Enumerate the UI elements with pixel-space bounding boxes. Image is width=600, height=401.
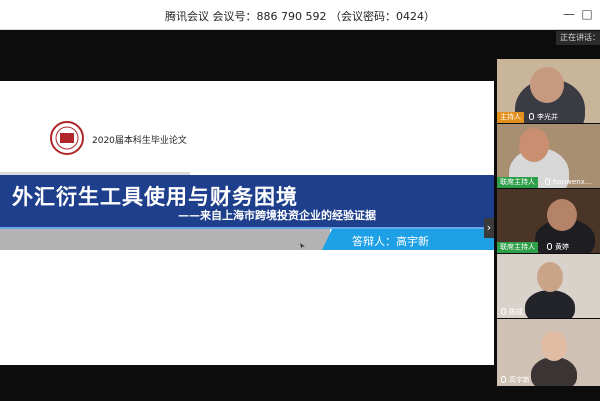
- mic-icon: [545, 178, 550, 185]
- university-logo: [50, 121, 84, 155]
- video-tile-5[interactable]: 高宇新: [497, 319, 600, 386]
- participant-name: 高宇新: [501, 375, 530, 386]
- participant-name: 黄婷: [547, 242, 569, 253]
- next-slide-button[interactable]: ›: [484, 218, 494, 238]
- participant-name: 李光并: [529, 112, 558, 123]
- role-badge: 联席主持人: [497, 177, 538, 188]
- mic-icon: [529, 113, 534, 120]
- participant-name: 陈成: [501, 307, 523, 318]
- presenter-strip: [0, 229, 330, 250]
- mic-icon: [547, 243, 552, 250]
- presenter-label: 答辩人：高宇新: [352, 235, 429, 248]
- title-bar: 腾讯会议 会议号：886 790 592 （会议密码：0424） — □: [0, 0, 600, 30]
- speaking-indicator: 正在讲话：高宇新: [556, 31, 600, 45]
- thesis-subtitle: ——来自上海市跨境投资企业的经验证据: [178, 209, 376, 222]
- mic-icon: [501, 376, 506, 383]
- maximize-button[interactable]: □: [580, 6, 594, 22]
- video-tile-3[interactable]: 联席主持人 黄婷: [497, 189, 600, 253]
- participant-name: houwenx...: [545, 177, 591, 188]
- mic-icon: [501, 308, 506, 315]
- role-badge: 联席主持人: [497, 242, 538, 253]
- window-title: 腾讯会议 会议号：886 790 592 （会议密码：0424）: [165, 10, 435, 23]
- video-tile-1[interactable]: 主持人 李光并: [497, 59, 600, 123]
- shared-screen: 2020届本科生毕业论文 外汇衍生工具使用与财务困境 ——来自上海市跨境投资企业…: [0, 81, 494, 365]
- slide-caption: 2020届本科生毕业论文: [92, 136, 187, 146]
- video-tile-2[interactable]: 联席主持人 houwenx...: [497, 124, 600, 188]
- video-tile-4[interactable]: 陈成: [497, 254, 600, 318]
- role-badge: 主持人: [497, 112, 524, 123]
- minimize-button[interactable]: —: [562, 6, 576, 22]
